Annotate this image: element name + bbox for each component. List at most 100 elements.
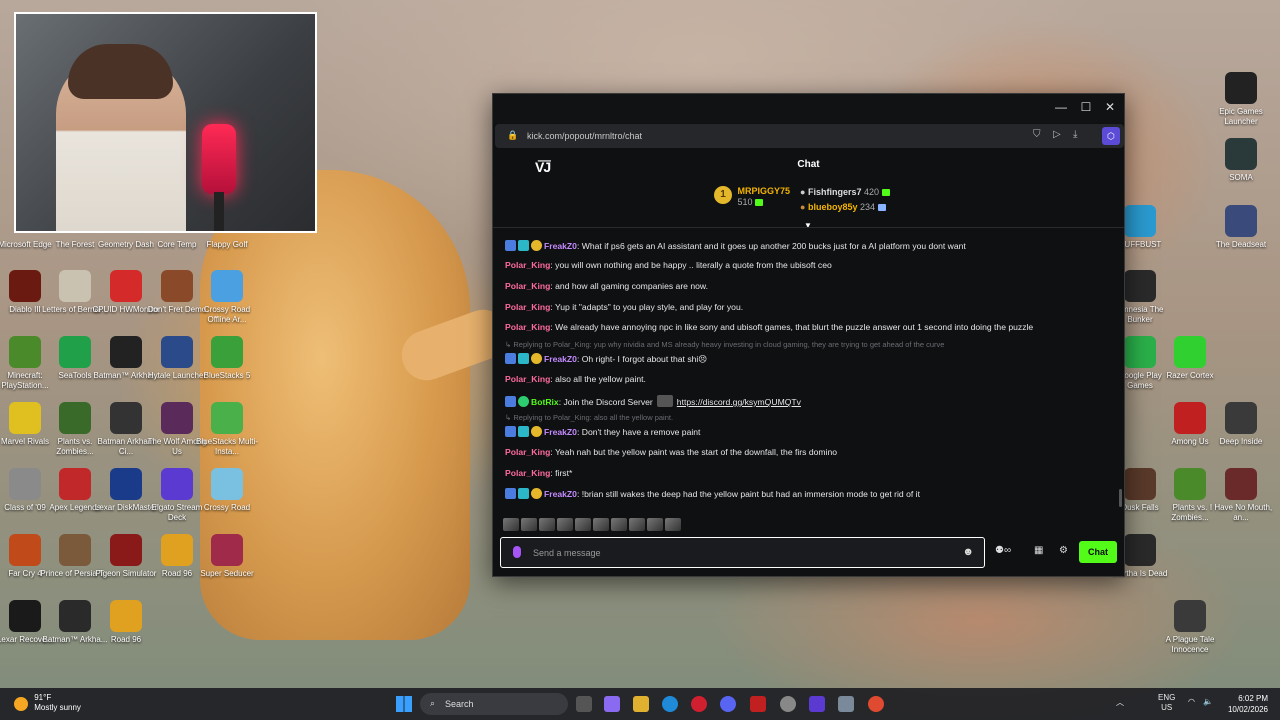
emote-row[interactable] [503, 518, 683, 532]
emote-icon[interactable] [539, 518, 555, 531]
app-icon [1225, 72, 1257, 104]
steam-icon[interactable] [780, 696, 796, 712]
edge-icon[interactable] [662, 696, 678, 712]
settings-gear-icon[interactable]: ⚙ [1059, 545, 1068, 556]
chat-message-input[interactable] [533, 545, 953, 561]
desktop-icon[interactable]: Deep Inside [1206, 402, 1276, 447]
file-explorer-icon[interactable] [633, 696, 649, 712]
chat-text: : We already have annoying npc in like s… [550, 322, 1034, 332]
chat-username[interactable]: Polar_King [505, 447, 550, 457]
emote-icon[interactable] [647, 518, 663, 531]
emote-icon[interactable] [611, 518, 627, 531]
chat-username[interactable]: FreakZ0 [544, 489, 577, 499]
desktop-icon[interactable]: Epic Games Launcher [1206, 72, 1276, 127]
chat-username[interactable]: Polar_King [505, 281, 550, 291]
chat-text: : you will own nothing and be happy .. l… [550, 260, 832, 270]
lock-icon: 🔒 [507, 130, 519, 140]
chat-username[interactable]: FreakZ0 [544, 354, 577, 364]
chat-text: : Yeah nah but the yellow paint was the … [550, 447, 838, 457]
send-chat-button[interactable]: Chat [1079, 541, 1117, 563]
emote-icon[interactable] [557, 518, 573, 531]
chat-link[interactable]: https://discord.gg/ksymQUMQTv [677, 397, 801, 407]
desktop-icon[interactable]: Super Seducer [192, 534, 262, 579]
download-icon[interactable]: ⤓ [1073, 129, 1077, 140]
desktop-icon[interactable]: Flappy Golf [192, 205, 262, 250]
app-icon [161, 402, 193, 434]
emote-icon[interactable] [521, 518, 537, 531]
header-divider [493, 227, 1124, 228]
desktop-icon[interactable]: I Have No Mouth, an... [1206, 468, 1276, 523]
webcam-overlay [14, 12, 317, 233]
chat-username[interactable]: BotRix [531, 397, 559, 407]
app-icon [1174, 600, 1206, 632]
emote-icon[interactable] [503, 518, 519, 531]
app-icon [211, 402, 243, 434]
leaderboard-second-name: Fishfingers7 [807, 187, 862, 197]
emote-icon[interactable] [629, 518, 645, 531]
address-bar[interactable]: 🔒 kick.com/popout/mrnltro/chat ⛉ ▷ ⤓ ⬡ [495, 124, 1124, 148]
opera-icon[interactable] [691, 696, 707, 712]
search-label: Search [445, 699, 474, 709]
maximize-button[interactable]: ☐ [1076, 100, 1096, 114]
chat-username[interactable]: Polar_King [505, 302, 550, 312]
desktop-icon[interactable]: Crossy Road Offline Ar... [192, 270, 262, 325]
desktop-icon[interactable]: Crossy Road [192, 468, 262, 513]
desktop-icon[interactable]: BlueStacks Multi-Insta... [192, 402, 262, 457]
leaderboard-third[interactable]: ● blueboy85y 234 [800, 202, 886, 212]
close-button[interactable]: ✕ [1100, 100, 1120, 114]
settings-icon[interactable] [838, 696, 854, 712]
users-icon[interactable]: ⚉∞ [995, 545, 1011, 556]
minimize-button[interactable]: — [1051, 100, 1071, 114]
desktop-icon[interactable]: SOMA [1206, 138, 1276, 183]
expand-arrow-icon[interactable]: ▼ [804, 221, 812, 230]
chat-message: Polar_King: Yup it "adapts" to you play … [505, 302, 743, 312]
emote-icon[interactable] [575, 518, 591, 531]
leaderboard-first[interactable]: 1 MRPIGGY75 510 [714, 186, 790, 208]
chat-username[interactable]: FreakZ0 [544, 427, 577, 437]
microphone-icon[interactable] [513, 546, 521, 558]
chrome-icon[interactable] [868, 696, 884, 712]
stream-deck-icon[interactable] [809, 696, 825, 712]
clock[interactable]: 6:02 PM 10/02/2026 [1228, 693, 1268, 715]
weather-widget[interactable]: 91°F Mostly sunny [14, 693, 81, 715]
chat-username[interactable]: Polar_King [505, 322, 550, 332]
app-icon [1124, 468, 1156, 500]
chat-scrollbar[interactable] [1119, 489, 1122, 507]
chat-username[interactable]: Polar_King [505, 468, 550, 478]
discord-icon[interactable] [720, 696, 736, 712]
desktop-icon[interactable]: BlueStacks 5 [192, 336, 262, 381]
taskbar-search[interactable]: ⌕ Search [420, 693, 568, 715]
chat-username[interactable]: Polar_King [505, 374, 550, 384]
chat-username[interactable]: Polar_King [505, 260, 550, 270]
volume-icon[interactable]: 🔈 [1203, 697, 1213, 706]
tray-chevron-icon[interactable]: ︿ [1116, 697, 1124, 708]
desktop-icon[interactable]: Razer Cortex [1155, 336, 1225, 381]
shield-icon[interactable]: ⛉ [1033, 129, 1041, 140]
hwmonitor-icon[interactable] [750, 696, 766, 712]
extension-icon[interactable]: ⬡ [1102, 127, 1120, 145]
points-icon [877, 204, 886, 212]
emote-icon[interactable] [665, 518, 681, 531]
gift-icon[interactable]: ▦ [1034, 545, 1043, 556]
copilot-icon[interactable] [604, 696, 620, 712]
play-icon[interactable]: ▷ [1053, 129, 1061, 140]
url-text[interactable]: kick.com/popout/mrnltro/chat [527, 131, 642, 141]
emoji-icon[interactable]: ☻ [962, 546, 974, 558]
task-view-icon[interactable] [576, 696, 592, 712]
app-icon [59, 600, 91, 632]
desktop-icon[interactable]: The Deadseat [1206, 205, 1276, 250]
reply-context: ↳ Replying to Polar_King: also all the y… [505, 413, 674, 422]
chat-message: Polar_King: also all the yellow paint. [505, 374, 646, 384]
desktop-icon[interactable]: A Plague Tale Innocence [1155, 600, 1225, 655]
chat-username[interactable]: FreakZ0 [544, 241, 577, 251]
language-indicator[interactable]: ENG US [1158, 693, 1175, 713]
chat-input-box[interactable]: ☻ [500, 537, 985, 568]
user-badge-icon [518, 488, 529, 499]
desktop-icon[interactable]: Road 96 [91, 600, 161, 645]
app-icon [110, 600, 142, 632]
leaderboard-second[interactable]: ● Fishfingers7 420 [800, 187, 890, 197]
app-icon [161, 468, 193, 500]
emote-icon[interactable] [593, 518, 609, 531]
wifi-icon[interactable]: ◠ [1188, 697, 1195, 706]
start-windows-icon[interactable] [396, 696, 412, 712]
